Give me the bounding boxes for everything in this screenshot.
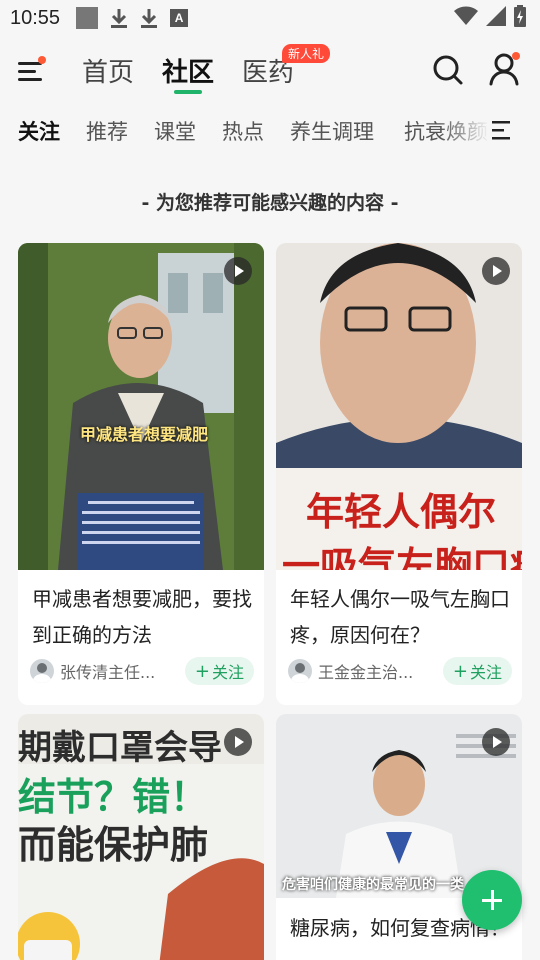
- card-title: 年轻人偶尔一吸气左胸口疼，原因何在？: [290, 587, 510, 647]
- video-thumbnail: 年轻人偶尔 一吸气左胸口疼: [276, 243, 522, 570]
- wifi-icon: [454, 6, 478, 30]
- search-icon: [433, 55, 463, 85]
- menu-button[interactable]: [16, 56, 48, 86]
- follow-button[interactable]: + 关注: [442, 657, 512, 685]
- plus-icon: +: [194, 660, 210, 682]
- a-icon: A: [170, 9, 189, 27]
- tab-community[interactable]: 社区: [162, 52, 214, 89]
- thumbnail-caption: 年轻人偶尔: [306, 490, 497, 534]
- feed-card[interactable]: 甲减患者想要减肥 甲减患者想要减肥，要找到正确的方法 张传清主任... + 关注: [18, 243, 264, 705]
- new-user-gift-badge: 新人礼: [282, 44, 331, 63]
- profile-button[interactable]: [488, 52, 522, 86]
- play-icon: [482, 728, 510, 756]
- author-name: 张传清主任...: [60, 663, 156, 682]
- create-post-button[interactable]: [462, 870, 522, 930]
- video-thumbnail: 甲减患者想要减肥: [18, 243, 264, 570]
- play-icon: [482, 257, 510, 285]
- follow-label: 关注: [211, 663, 244, 682]
- avatar: [288, 659, 312, 683]
- thumbnail-caption: 结节？错！: [18, 775, 209, 819]
- system-icons: [454, 5, 526, 31]
- thumbnail-caption: 期戴口罩会导: [18, 728, 222, 768]
- tab-home[interactable]: 首页: [82, 52, 134, 89]
- category-class[interactable]: 课堂: [154, 116, 196, 146]
- search-button[interactable]: [432, 54, 464, 86]
- thumbnail-image: [18, 243, 264, 570]
- card-author-row: 张传清主任... + 关注: [30, 656, 254, 686]
- category-menu-button[interactable]: [488, 118, 516, 142]
- play-icon: [224, 728, 252, 756]
- battery-icon: [514, 5, 526, 31]
- plus-icon: +: [452, 660, 468, 682]
- notification-icons: A: [76, 7, 189, 29]
- top-nav: 首页 社区 医药 新人礼: [0, 36, 540, 104]
- play-icon: [224, 257, 252, 285]
- notification-dot: [512, 52, 520, 60]
- list-icon: [492, 121, 510, 140]
- card-title: 甲减患者想要减肥，要找到正确的方法: [32, 587, 252, 647]
- thumbnail-caption: 一吸气左胸口疼: [282, 544, 522, 570]
- thumbnail-caption: 危害咱们健康的最常见的一类: [282, 877, 464, 893]
- category-wellness[interactable]: 养生调理: [290, 116, 374, 146]
- download-icon: [140, 7, 158, 29]
- category-recommend[interactable]: 推荐: [86, 116, 128, 146]
- notification-dot: [38, 56, 46, 64]
- status-time: 10:55: [10, 6, 61, 29]
- thumbnail-caption: 甲减患者想要减肥: [80, 425, 209, 444]
- status-bar: 10:55 A: [0, 0, 540, 36]
- follow-label: 关注: [469, 663, 502, 682]
- avatar: [30, 659, 54, 683]
- card-author-row: 王金金主治... + 关注: [288, 656, 512, 686]
- category-fade: [440, 104, 490, 156]
- follow-button[interactable]: + 关注: [184, 657, 254, 685]
- image-icon: [76, 7, 99, 29]
- category-follow[interactable]: 关注: [18, 116, 60, 146]
- active-tab-indicator: [174, 90, 202, 94]
- signal-icon: [486, 6, 506, 30]
- recommend-heading: - 为您推荐可能感兴趣的内容 -: [141, 192, 399, 214]
- thumbnail-caption: 而能保护肺: [18, 823, 209, 867]
- category-hot[interactable]: 热点: [222, 116, 264, 146]
- category-bar: 关注 推荐 课堂 热点 养生调理 抗衰焕颜: [0, 104, 540, 156]
- feed-card[interactable]: 期戴口罩会导 结节？错！ 而能保护肺: [18, 714, 264, 960]
- video-thumbnail: 期戴口罩会导 结节？错！ 而能保护肺: [18, 714, 264, 960]
- feed-card[interactable]: 年轻人偶尔 一吸气左胸口疼 年轻人偶尔一吸气左胸口疼，原因何在？ 王金金主治..…: [276, 243, 522, 705]
- download-icon: [110, 7, 128, 29]
- author-name: 王金金主治...: [318, 663, 414, 682]
